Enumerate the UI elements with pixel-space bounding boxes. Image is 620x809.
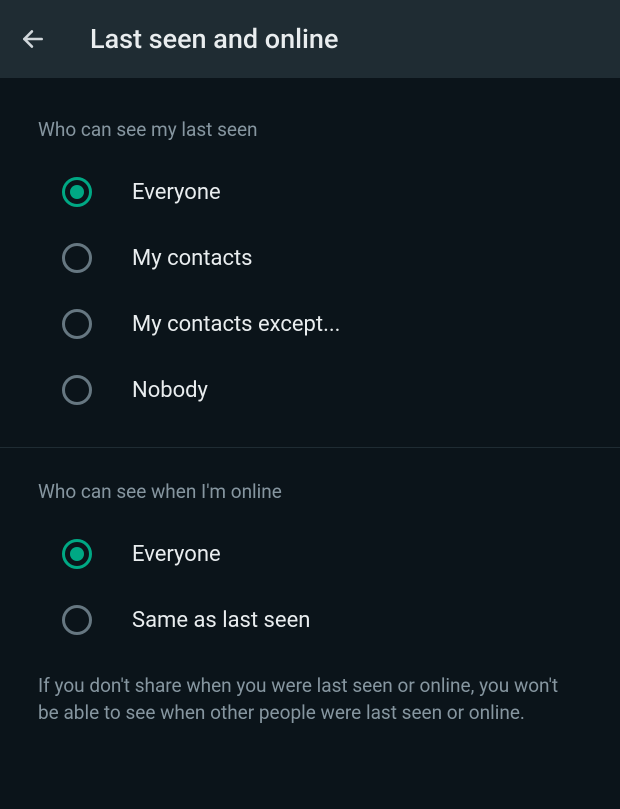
online-section: Who can see when I'm online Everyone Sam… — [0, 448, 620, 653]
footer-disclaimer: If you don't share when you were last se… — [0, 653, 620, 746]
radio-option-my-contacts[interactable]: My contacts — [0, 225, 620, 291]
page-title: Last seen and online — [90, 23, 338, 55]
radio-icon — [62, 605, 92, 635]
radio-label: Same as last seen — [132, 608, 310, 633]
radio-icon — [62, 177, 92, 207]
radio-option-online-everyone[interactable]: Everyone — [0, 521, 620, 587]
last-seen-title: Who can see my last seen — [0, 102, 620, 159]
radio-option-my-contacts-except[interactable]: My contacts except... — [0, 291, 620, 357]
back-arrow-icon[interactable] — [18, 24, 48, 54]
radio-option-nobody[interactable]: Nobody — [0, 357, 620, 423]
radio-option-same-as-last-seen[interactable]: Same as last seen — [0, 587, 620, 653]
radio-icon — [62, 243, 92, 273]
radio-label: Nobody — [132, 378, 208, 403]
radio-label: Everyone — [132, 542, 221, 567]
radio-option-everyone[interactable]: Everyone — [0, 159, 620, 225]
radio-icon — [62, 539, 92, 569]
last-seen-section: Who can see my last seen Everyone My con… — [0, 78, 620, 423]
radio-label: Everyone — [132, 180, 221, 205]
radio-label: My contacts — [132, 246, 253, 271]
app-header: Last seen and online — [0, 0, 620, 78]
radio-icon — [62, 375, 92, 405]
online-title: Who can see when I'm online — [0, 464, 620, 521]
radio-icon — [62, 309, 92, 339]
radio-label: My contacts except... — [132, 312, 340, 337]
